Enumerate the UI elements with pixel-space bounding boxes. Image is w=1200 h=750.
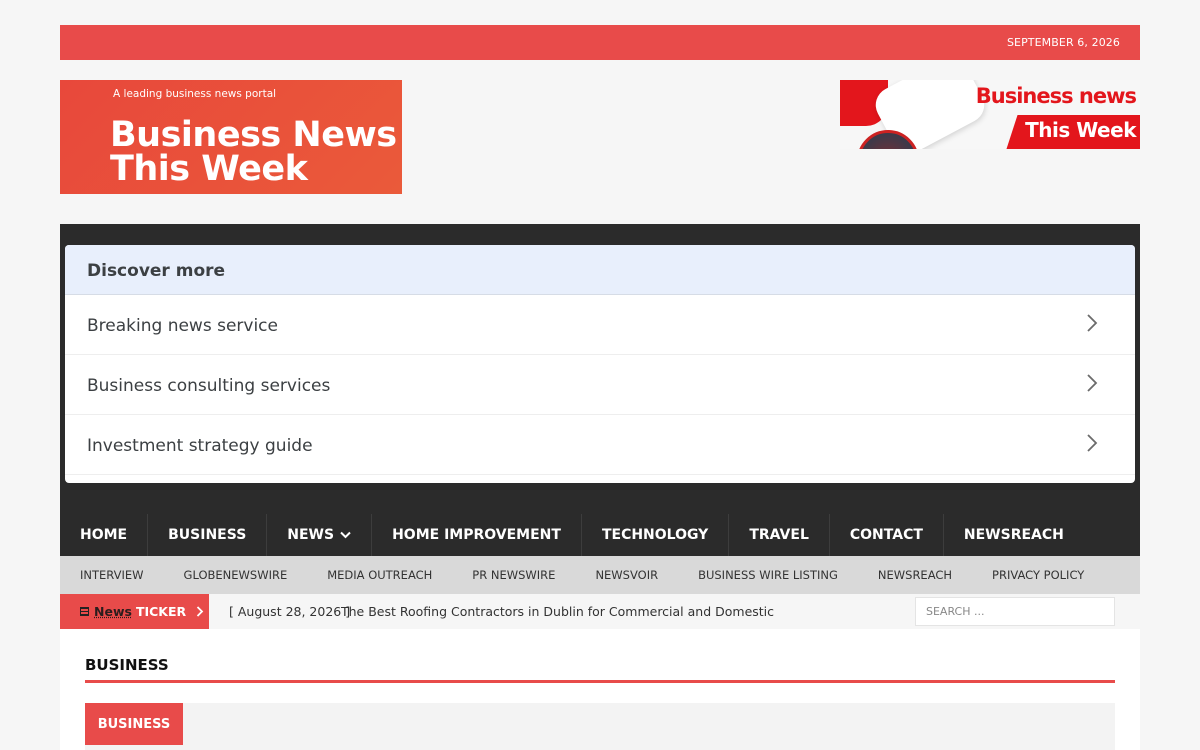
discover-item-label: Investment strategy guide bbox=[87, 436, 313, 456]
discover-more-panel: Discover more Breaking news service Busi… bbox=[65, 245, 1135, 483]
banner-line1: Business news bbox=[975, 84, 1137, 108]
nav-item-label: HOME bbox=[80, 527, 128, 543]
subnav-item-pr-newswire[interactable]: PR NEWSWIRE bbox=[452, 556, 575, 594]
current-date: SEPTEMBER 6, 2026 bbox=[1006, 36, 1120, 49]
nav-item-home[interactable]: HOME bbox=[60, 514, 149, 556]
category-button-business[interactable]: BUSINESS bbox=[85, 703, 183, 745]
discover-more-title: Discover more bbox=[65, 245, 1135, 295]
nav-item-home-improvement[interactable]: HOME IMPROVEMENT bbox=[372, 514, 582, 556]
secondary-nav: INTERVIEW GLOBENEWSWIRE MEDIA OUTREACH P… bbox=[60, 556, 1140, 594]
main-content: BUSINESS BUSINESS bbox=[60, 629, 1140, 750]
ticker-label-word: News bbox=[94, 604, 132, 619]
subnav-item-globenewswire[interactable]: GLOBENEWSWIRE bbox=[164, 556, 308, 594]
subnav-item-business-wire-listing[interactable]: BUSINESS WIRE LISTING bbox=[678, 556, 858, 594]
news-ticker: News TICKER [ August 28, 2026 ] The Best… bbox=[60, 594, 1140, 629]
subnav-item-media-outreach[interactable]: MEDIA OUTREACH bbox=[307, 556, 452, 594]
chevron-right-icon bbox=[1087, 314, 1098, 332]
search-input[interactable] bbox=[915, 597, 1115, 626]
ticker-headline-link[interactable]: The Best Roofing Contractors in Dublin f… bbox=[341, 604, 774, 619]
nav-item-news[interactable]: NEWS bbox=[267, 514, 373, 556]
nav-item-technology[interactable]: TECHNOLOGY bbox=[582, 514, 730, 556]
nav-item-label: HOME IMPROVEMENT bbox=[392, 527, 561, 543]
discover-item[interactable]: Breaking news service bbox=[65, 295, 1135, 355]
nav-item-newsreach[interactable]: NEWSREACH bbox=[944, 514, 1084, 556]
subnav-item-newsvoir[interactable]: NEWSVOIR bbox=[575, 556, 678, 594]
banner-line2: This Week bbox=[1025, 118, 1136, 142]
discover-item[interactable]: Business consulting services bbox=[65, 355, 1135, 415]
site-logo[interactable]: A leading business news portal Business … bbox=[60, 80, 402, 194]
subnav-item-newsreach[interactable]: NEWSREACH bbox=[858, 556, 972, 594]
category-bar bbox=[85, 703, 1115, 750]
nav-item-label: NEWSREACH bbox=[963, 527, 1064, 543]
nav-item-travel[interactable]: TRAVEL bbox=[729, 514, 830, 556]
subnav-item-interview[interactable]: INTERVIEW bbox=[60, 556, 164, 594]
top-bar: SEPTEMBER 6, 2026 bbox=[60, 25, 1140, 60]
chevron-right-icon bbox=[197, 606, 204, 617]
section-title: BUSINESS bbox=[85, 656, 169, 674]
nav-item-label: NEWS bbox=[287, 527, 335, 543]
chevron-right-icon bbox=[1087, 434, 1098, 452]
discover-item-label: Breaking news service bbox=[87, 316, 278, 336]
subnav-item-privacy-policy[interactable]: PRIVACY POLICY bbox=[972, 556, 1104, 594]
section-divider bbox=[85, 680, 1115, 683]
nav-item-label: TRAVEL bbox=[749, 527, 809, 543]
site-tagline: A leading business news portal bbox=[113, 88, 277, 100]
nav-item-label: BUSINESS bbox=[168, 527, 247, 543]
ticker-date: [ August 28, 2026 ] bbox=[229, 604, 351, 619]
ticker-label-rest: TICKER bbox=[135, 604, 187, 619]
chevron-down-icon bbox=[340, 531, 351, 539]
chevron-right-icon bbox=[1087, 374, 1098, 392]
header-banner-ad[interactable]: Business news This Week bbox=[840, 80, 1140, 149]
main-nav: HOME BUSINESS NEWS HOME IMPROVEMENT TECH… bbox=[60, 514, 1140, 556]
discover-item-label: Business consulting services bbox=[87, 376, 331, 396]
nav-item-label: CONTACT bbox=[849, 527, 923, 543]
discover-item[interactable]: Investment strategy guide bbox=[65, 415, 1135, 475]
nav-item-label: TECHNOLOGY bbox=[601, 527, 709, 543]
newspaper-icon bbox=[80, 607, 89, 616]
nav-item-contact[interactable]: CONTACT bbox=[830, 514, 944, 556]
nav-item-business[interactable]: BUSINESS bbox=[148, 514, 268, 556]
site-name-line1: Business News bbox=[110, 115, 397, 155]
ticker-label: News TICKER bbox=[60, 594, 209, 629]
site-name-line2: This Week bbox=[110, 149, 308, 189]
site-name: Business News This Week bbox=[110, 115, 397, 189]
